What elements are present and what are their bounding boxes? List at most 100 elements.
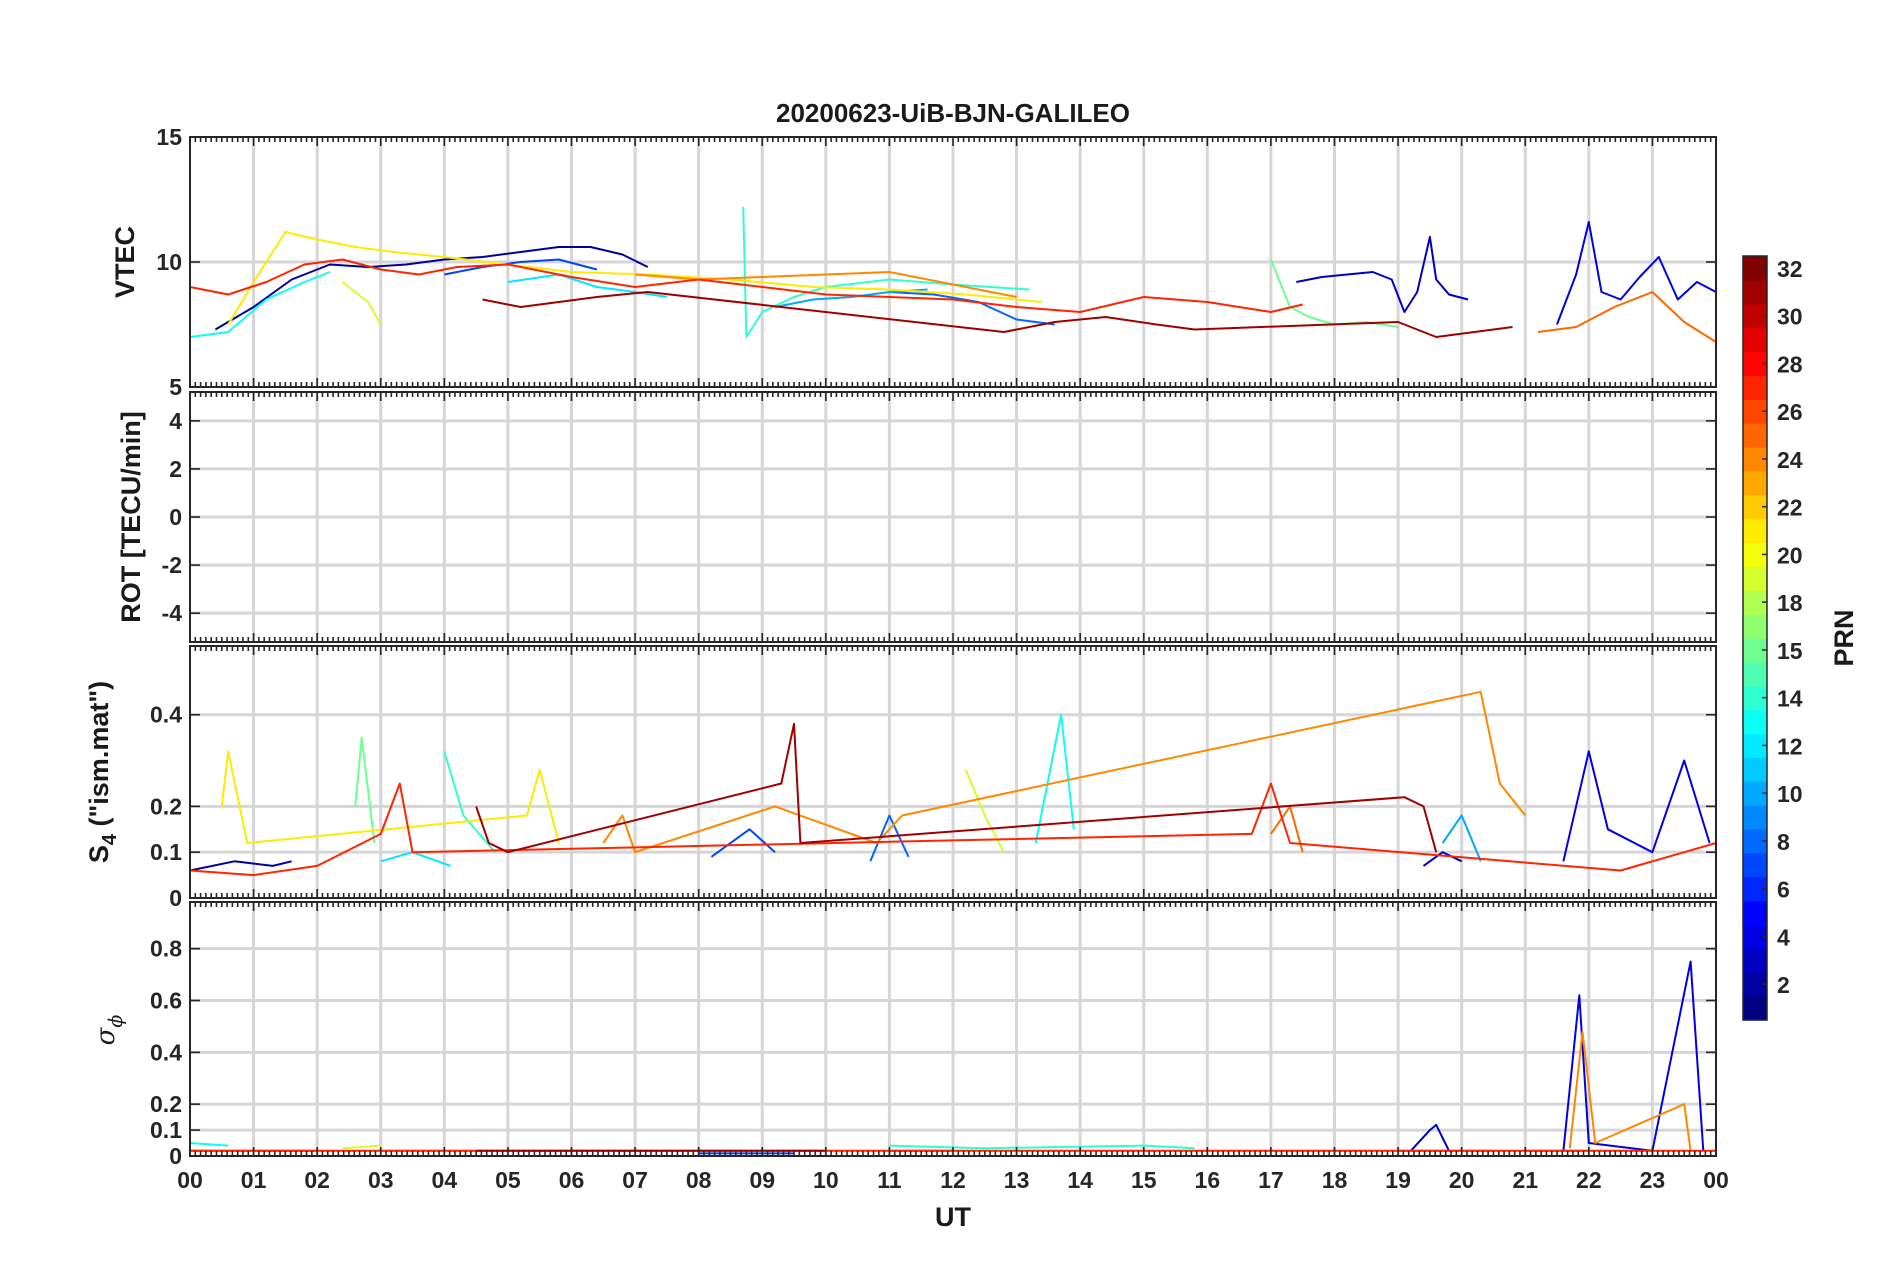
- colorbar-swatch: [1743, 900, 1767, 926]
- colorbar-tick-label: 28: [1777, 351, 1803, 377]
- vtec-ytick-label: 15: [156, 124, 182, 150]
- x-tick-label: 04: [432, 1167, 458, 1193]
- s4-series-prn-12: [380, 851, 452, 867]
- s4-series-prn-31: [475, 722, 1438, 854]
- colorbar-swatch: [1743, 423, 1767, 448]
- colorbar-tick-label: 15: [1777, 638, 1803, 664]
- vtec-series-prn-25: [1537, 291, 1717, 343]
- sigma-ytick-label: 0.4: [150, 1039, 182, 1065]
- colorbar-swatches: [1743, 256, 1767, 1021]
- rot-ytick-label: -4: [162, 600, 183, 626]
- x-tick-label: 21: [1512, 1167, 1538, 1193]
- x-tick-label: 07: [622, 1167, 648, 1193]
- rot-ytick-label: -2: [162, 552, 182, 578]
- colorbar-swatch: [1743, 279, 1767, 305]
- vtec-ytick-label: 5: [169, 374, 182, 400]
- x-tick-label: 12: [940, 1167, 966, 1193]
- sigma-series-prn-13: [189, 1142, 229, 1147]
- x-tick-label: 10: [813, 1167, 839, 1193]
- sigma-ytick-label: 0.1: [150, 1117, 182, 1143]
- colorbar-tick-label: 30: [1777, 304, 1803, 330]
- rot-grid: [190, 392, 1716, 642]
- s4-ylabel-rest: ("ism.mat"): [84, 681, 114, 834]
- colorbar-tick-label: 4: [1777, 924, 1790, 950]
- vtec-ylabel: VTEC: [110, 226, 140, 298]
- s4-ytick-label: 0.1: [150, 839, 182, 865]
- x-tick-label: 05: [495, 1167, 521, 1193]
- x-axis-tick-labels: 00 01 02 03 04 05 06 07 08 09 10 11 12 13 14 15 16 17 18 19…: [177, 1167, 1729, 1193]
- rot-ylabel: ROT [TECU/min]: [116, 411, 146, 622]
- panel-s4: 0 0.1 0.2 0.4 S4 ("ism.mat"): [84, 645, 1717, 911]
- vtec-ytick-label: 10: [156, 249, 182, 275]
- chart-title: 20200623-UiB-BJN-GALILEO: [776, 98, 1130, 128]
- sigma-ytick-label: 0.8: [150, 936, 182, 962]
- x-axis-label: UT: [935, 1202, 971, 1232]
- x-tick-label: 17: [1258, 1167, 1284, 1193]
- colorbar-tick-label: 12: [1777, 733, 1803, 759]
- x-tick-label: 01: [241, 1167, 267, 1193]
- colorbar-tick-label: 8: [1777, 829, 1790, 855]
- rot-ytick-label: 2: [169, 456, 182, 482]
- s4-ylabel-main: S: [84, 845, 114, 863]
- x-tick-label: 06: [559, 1167, 585, 1193]
- x-tick-label: 20: [1449, 1167, 1475, 1193]
- vtec-series-prn-19: [341, 281, 382, 325]
- colorbar-swatch: [1743, 709, 1767, 735]
- colorbar-tick-label: 22: [1777, 495, 1803, 521]
- vtec-series-prn-4: [1556, 221, 1717, 325]
- colorbar-swatch: [1743, 375, 1767, 400]
- sigma-series-prn-19: [342, 1144, 381, 1150]
- s4-series-prn-16: [354, 736, 376, 844]
- colorbar-swatch: [1743, 470, 1767, 496]
- panel-sigma: 00.10.2 0.4 0.6 0.8 σϕ: [91, 901, 1717, 1169]
- colorbar-tick-label: 6: [1777, 877, 1790, 903]
- colorbar-swatch: [1743, 327, 1767, 353]
- s4-ytick-label: 0: [169, 885, 182, 911]
- colorbar-swatch: [1743, 566, 1767, 591]
- sigma-ytick-label: 0.6: [150, 987, 182, 1013]
- s4-series-prn-25: [1270, 805, 1304, 853]
- x-tick-label: 19: [1385, 1167, 1411, 1193]
- vtec-series-prn-2: [214, 246, 649, 331]
- x-tick-label: 15: [1131, 1167, 1157, 1193]
- x-tick-label: 11: [877, 1167, 902, 1193]
- panel-rot: -4 -2 0 2 4 ROT [TECU/min]: [116, 391, 1717, 643]
- x-tick-label: 18: [1322, 1167, 1348, 1193]
- colorbar-label: PRN: [1829, 609, 1859, 666]
- sigma-ytick-label: 0.2: [150, 1091, 182, 1117]
- sigma-series-prn-14: [889, 1144, 1195, 1150]
- vtec-series-prn-31: [482, 291, 1513, 338]
- colorbar-swatch: [1743, 805, 1767, 830]
- colorbar-tick-label: 26: [1777, 399, 1803, 425]
- figure: 20200623-UiB-BJN-GALILEO 5 10 15 VTEC -4 -2…: [84, 98, 1859, 1232]
- colorbar-tick-label: 32: [1777, 256, 1803, 282]
- s4-ylabel: S4 ("ism.mat"): [84, 681, 121, 863]
- colorbar-swatch: [1743, 852, 1767, 878]
- vtec-series-prn-13: [189, 271, 331, 338]
- sigma-ylabel-sub: ϕ: [105, 1015, 127, 1028]
- colorbar-ticks: 2468101214151820222426283032: [1762, 256, 1803, 998]
- colorbar-tick-label: 24: [1777, 447, 1803, 473]
- colorbar: 2468101214151820222426283032 PRN: [1742, 255, 1859, 1021]
- colorbar-tick-label: 14: [1777, 686, 1803, 712]
- s4-ytick-label: 0.4: [150, 702, 182, 728]
- panel-vtec: 5 10 15 VTEC: [110, 124, 1717, 400]
- x-tick-label: 09: [749, 1167, 775, 1193]
- colorbar-swatch: [1743, 948, 1767, 973]
- x-tick-label: 03: [368, 1167, 394, 1193]
- colorbar-swatch: [1743, 996, 1767, 1021]
- s4-ytick-label: 0.2: [150, 793, 182, 819]
- colorbar-swatch: [1743, 757, 1767, 782]
- rot-ytick-label: 0: [169, 504, 182, 530]
- x-tick-label: 02: [304, 1167, 330, 1193]
- x-tick-label: 22: [1576, 1167, 1602, 1193]
- colorbar-tick-label: 20: [1777, 542, 1803, 568]
- x-tick-label: 13: [1004, 1167, 1030, 1193]
- x-tick-label: 16: [1195, 1167, 1221, 1193]
- x-tick-label: 00: [1703, 1167, 1729, 1193]
- colorbar-swatch: [1743, 661, 1767, 687]
- x-tick-label: 14: [1067, 1167, 1093, 1193]
- colorbar-swatch: [1743, 518, 1767, 544]
- vtec-series-prn-3: [1296, 236, 1469, 313]
- x-tick-label: 00: [177, 1167, 203, 1193]
